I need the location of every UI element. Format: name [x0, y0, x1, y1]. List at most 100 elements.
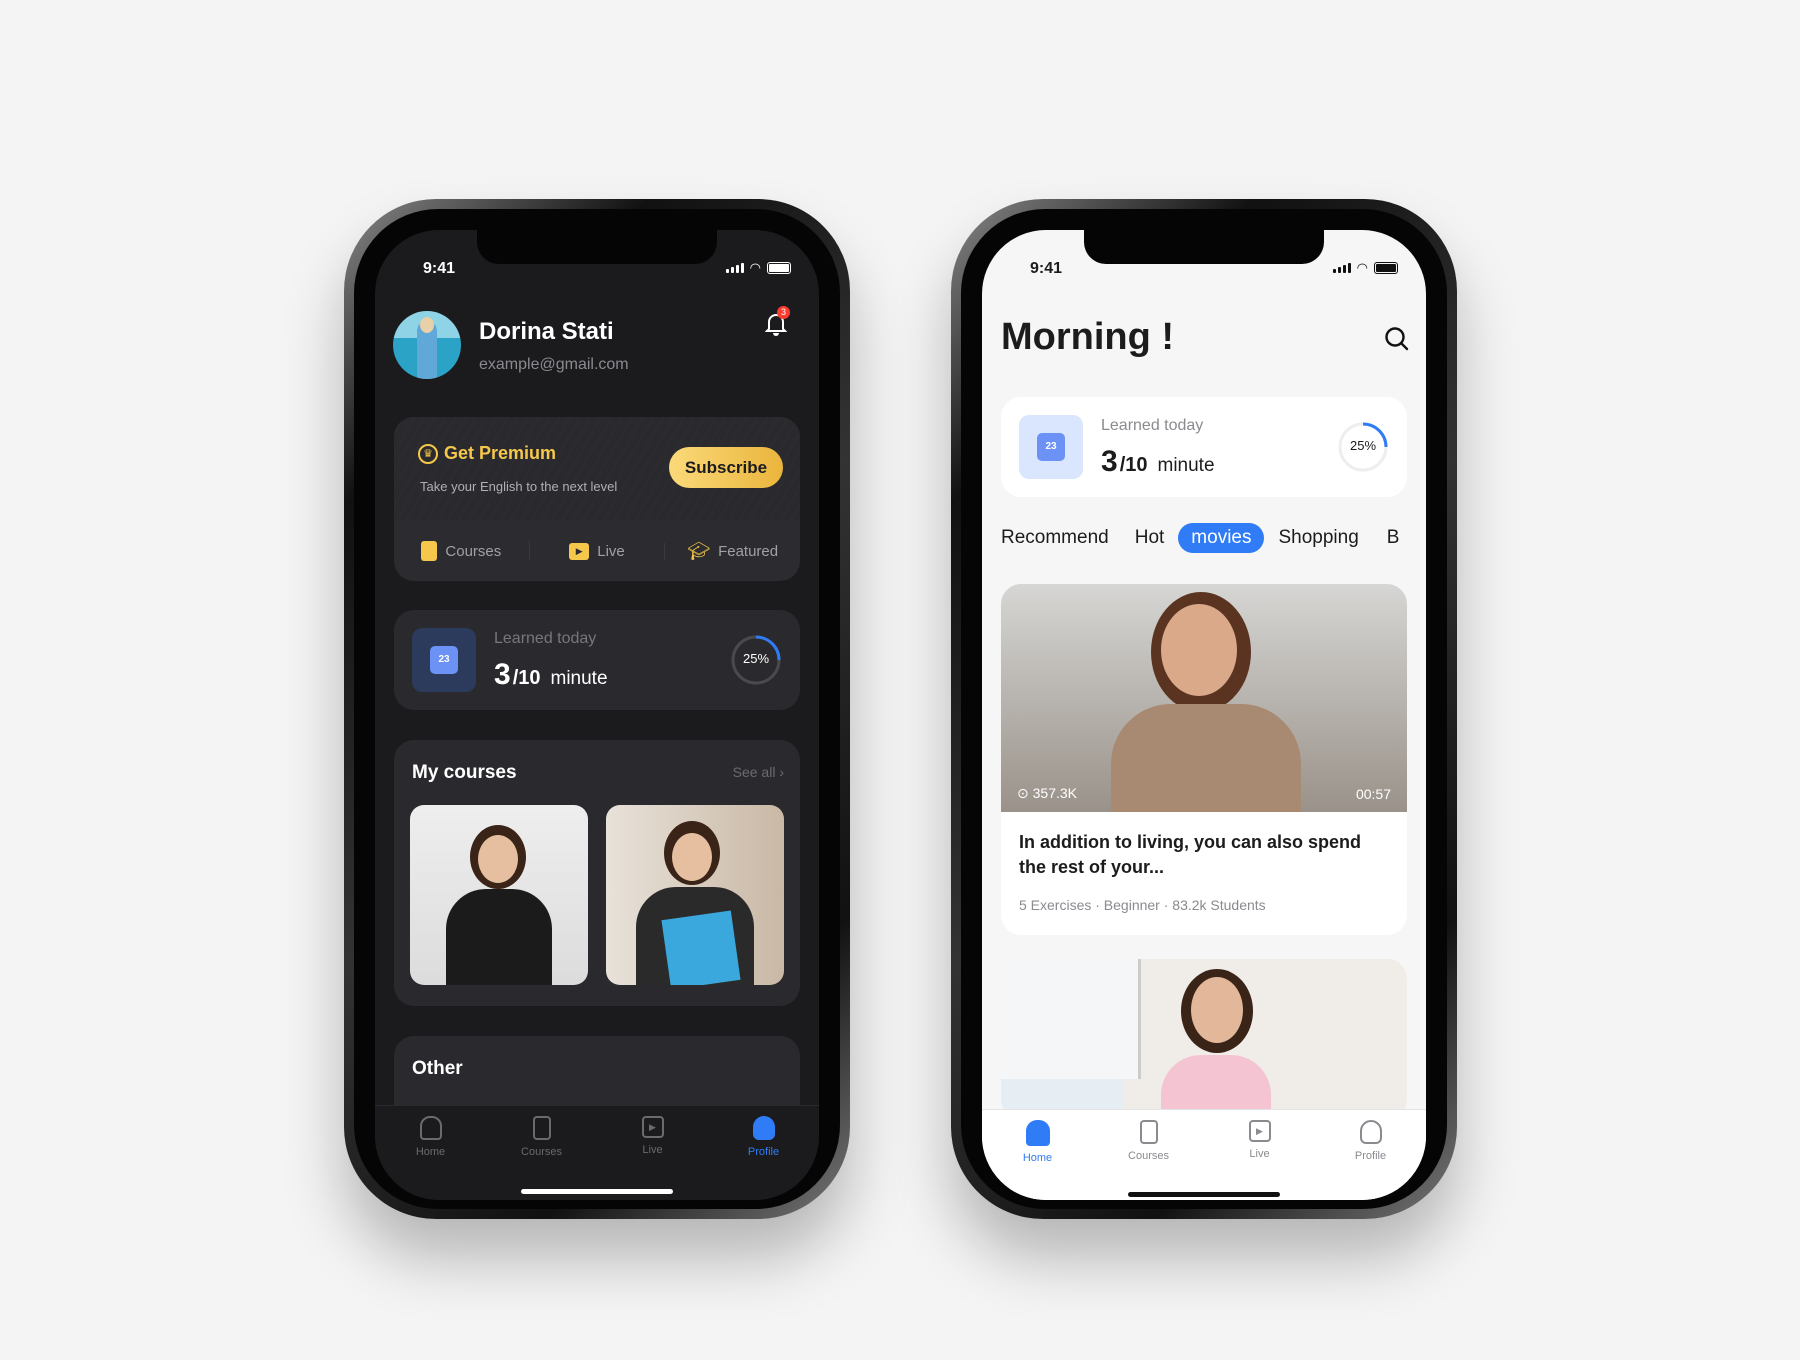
learned-unit: minute — [550, 668, 608, 689]
premium-card: ♛ Get Premium Take your English to the n… — [394, 417, 800, 581]
course-thumbnail[interactable] — [606, 805, 784, 985]
video-thumbnail[interactable]: ⊙ 357.3K 00:57 — [1001, 584, 1407, 812]
crown-icon: ♛ — [418, 443, 438, 464]
signal-icon — [725, 263, 744, 273]
home-icon — [1025, 1120, 1050, 1146]
shortcut-label: Featured — [718, 542, 779, 560]
learned-unit: minute — [1157, 455, 1215, 476]
see-all-label: See all — [732, 764, 776, 780]
tab-live[interactable]: ▶ Live — [1220, 1120, 1300, 1200]
learned-value: 3 — [1101, 445, 1118, 478]
shortcut-courses[interactable]: Courses — [394, 541, 530, 561]
calendar-icon: 23 — [1019, 415, 1083, 479]
notification-badge: 3 — [777, 306, 790, 319]
live-tv-icon: ▶ — [1248, 1120, 1271, 1142]
status-icons: ◠ — [725, 260, 791, 276]
avatar[interactable] — [393, 311, 461, 379]
status-time: 9:41 — [423, 260, 456, 277]
notch — [477, 230, 717, 264]
phone-light: 9:41 ◠ Morning ! 23 Learned today 3 /10 … — [951, 199, 1457, 1219]
tab-label: Live — [642, 1144, 663, 1156]
category-hot[interactable]: Hot — [1123, 523, 1165, 553]
tab-label: Profile — [747, 1146, 780, 1158]
progress-percent: 25% — [1349, 438, 1377, 453]
learned-label: Learned today — [1101, 417, 1204, 434]
chevron-right-icon: › — [779, 764, 784, 780]
other-title: Other — [412, 1058, 463, 1079]
tab-label: Courses — [1128, 1150, 1169, 1162]
video-card[interactable]: ⊙ 357.3K 00:57 In addition to living, yo… — [1001, 584, 1407, 935]
video-title: In addition to living, you can also spen… — [1019, 832, 1362, 877]
courses-icon — [421, 541, 438, 561]
video-views: ⊙ 357.3K — [1017, 785, 1077, 802]
greeting-title: Morning ! — [1001, 316, 1175, 358]
shortcut-label: Courses — [445, 542, 502, 560]
shortcut-live[interactable]: ▶ Live — [530, 542, 666, 560]
live-tv-icon: ▶ — [641, 1116, 664, 1138]
profile-icon — [752, 1116, 775, 1140]
wifi-icon: ◠ — [1356, 260, 1368, 275]
video-duration: 00:57 — [1355, 786, 1391, 802]
tab-home[interactable]: Home — [998, 1120, 1078, 1200]
phone-dark: 9:41 ◠ Dorina Stati example@gmail.com 3 … — [344, 199, 850, 1219]
category-recommend[interactable]: Recommend — [1001, 523, 1109, 553]
home-indicator — [521, 1189, 673, 1194]
profile-icon — [1359, 1120, 1382, 1144]
learned-label: Learned today — [494, 630, 597, 647]
dark-screen: 9:41 ◠ Dorina Stati example@gmail.com 3 … — [375, 230, 819, 1200]
tab-courses[interactable]: Courses — [502, 1116, 582, 1200]
category-shopping[interactable]: Shopping — [1278, 523, 1358, 553]
learned-today-card[interactable]: 23 Learned today 3 /10 minute 25% — [394, 610, 800, 710]
tab-label: Courses — [521, 1146, 562, 1158]
profile-email: example@gmail.com — [479, 356, 629, 373]
tab-profile[interactable]: Profile — [1331, 1120, 1411, 1200]
courses-icon — [532, 1116, 551, 1140]
calendar-day: 23 — [430, 646, 458, 674]
video-meta: 5 Exercises · Beginner · 83.2k Students — [1019, 897, 1266, 913]
shortcut-featured[interactable]: 🎓︎ Featured — [665, 541, 800, 562]
category-movies[interactable]: movies — [1178, 523, 1265, 553]
bottom-tab-bar: Home Courses ▶ Live Profile — [375, 1105, 819, 1200]
category-more[interactable]: B — [1373, 523, 1400, 553]
course-thumbnail[interactable] — [410, 805, 588, 985]
bottom-tab-bar: Home Courses ▶ Live Profile — [982, 1109, 1426, 1200]
signal-icon — [1332, 263, 1351, 273]
light-screen: 9:41 ◠ Morning ! 23 Learned today 3 /10 … — [982, 230, 1426, 1200]
see-all-link[interactable]: See all › — [733, 764, 784, 780]
graduation-cap-icon: 🎓︎ — [687, 540, 711, 561]
calendar-icon: 23 — [412, 628, 476, 692]
battery-icon — [767, 262, 791, 274]
tab-home[interactable]: Home — [391, 1116, 471, 1200]
category-tabs: Recommend Hot movies Shopping B — [1001, 523, 1399, 553]
tab-label: Home — [415, 1146, 446, 1158]
learned-today-card[interactable]: 23 Learned today 3 /10 minute 25% — [1001, 397, 1407, 497]
premium-subtitle: Take your English to the next level — [420, 479, 618, 494]
wifi-icon: ◠ — [749, 260, 761, 275]
tab-live[interactable]: ▶ Live — [613, 1116, 693, 1200]
courses-icon — [1139, 1120, 1158, 1144]
progress-percent: 25% — [742, 651, 770, 666]
live-tv-icon: ▶ — [569, 542, 590, 560]
search-button[interactable] — [1384, 326, 1410, 357]
home-icon — [419, 1116, 442, 1140]
premium-title: Get Premium — [444, 443, 557, 463]
notification-bell-button[interactable]: 3 — [764, 306, 790, 336]
home-indicator — [1128, 1192, 1280, 1197]
tab-label: Live — [1249, 1148, 1270, 1160]
learned-value: 3 — [494, 658, 511, 691]
search-icon — [1385, 327, 1409, 351]
calendar-day: 23 — [1037, 433, 1065, 461]
tab-profile[interactable]: Profile — [724, 1116, 804, 1200]
learned-total: /10 — [1119, 454, 1148, 476]
views-count: 357.3K — [1032, 785, 1077, 801]
subscribe-button[interactable]: Subscribe — [669, 447, 783, 488]
my-courses-card: My courses See all › — [394, 740, 800, 1006]
learned-total: /10 — [512, 667, 541, 689]
tab-label: Home — [1022, 1152, 1053, 1164]
video-card[interactable] — [1001, 959, 1407, 1119]
tab-courses[interactable]: Courses — [1109, 1120, 1189, 1200]
my-courses-title: My courses — [412, 762, 517, 783]
battery-icon — [1374, 262, 1398, 274]
notch — [1084, 230, 1324, 264]
shortcut-label: Live — [597, 542, 625, 560]
